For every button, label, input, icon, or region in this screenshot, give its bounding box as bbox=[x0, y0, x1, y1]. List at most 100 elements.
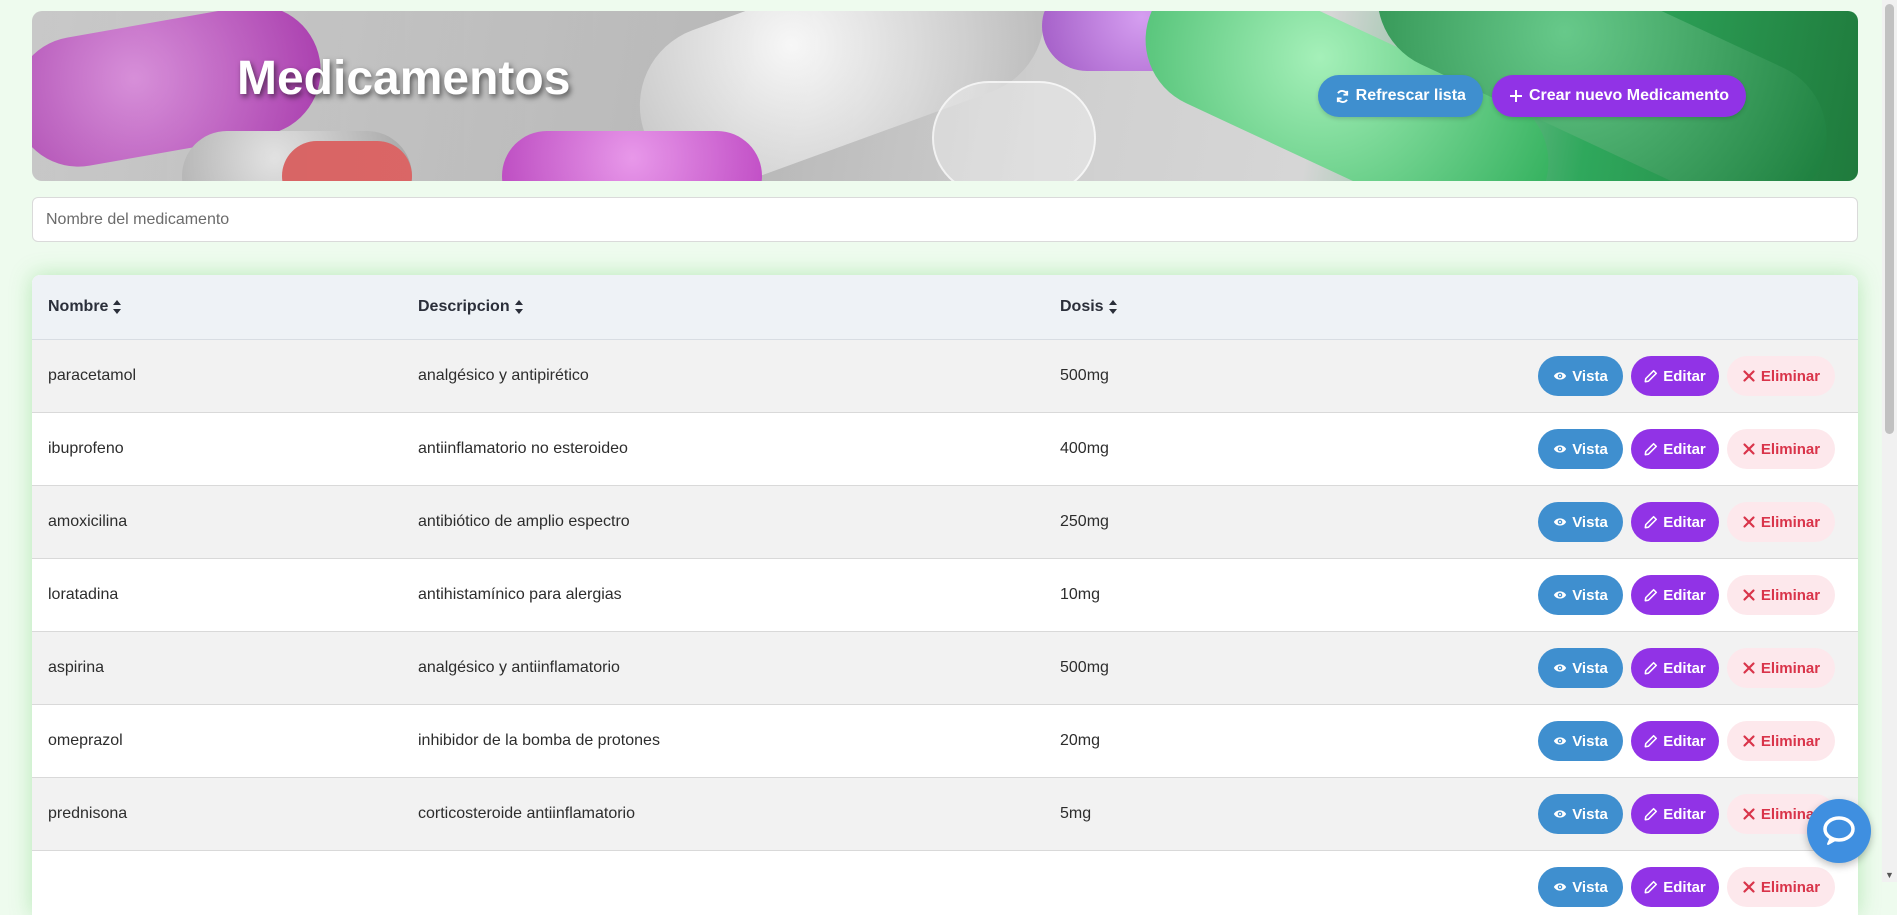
cell-dosis: 500mg bbox=[1060, 367, 1109, 384]
eye-icon bbox=[1554, 591, 1567, 599]
close-icon bbox=[1743, 881, 1755, 893]
view-label: Vista bbox=[1572, 732, 1608, 750]
table-body: paracetamol analgésico y antipirético 50… bbox=[32, 340, 1858, 915]
edit-button[interactable]: Editar bbox=[1631, 867, 1719, 907]
view-button[interactable]: Vista bbox=[1538, 575, 1623, 615]
cell-nombre: prednisona bbox=[48, 805, 128, 822]
delete-label: Eliminar bbox=[1760, 732, 1821, 750]
column-label: Nombre bbox=[48, 298, 109, 315]
page-scrollbar[interactable]: ▼ bbox=[1882, 0, 1897, 882]
cell-descripcion: analgésico y antipirético bbox=[418, 367, 589, 384]
edit-label: Editar bbox=[1663, 440, 1706, 458]
row-actions: Vista Editar Eliminar bbox=[1538, 356, 1835, 396]
table-header: Nombre Descripcion Dosis bbox=[32, 275, 1858, 340]
refresh-icon bbox=[1336, 89, 1348, 103]
view-label: Vista bbox=[1572, 805, 1608, 823]
plus-icon bbox=[1509, 90, 1522, 102]
pencil-icon bbox=[1644, 880, 1658, 894]
create-medicamento-label: Crear nuevo Medicamento bbox=[1528, 87, 1729, 104]
delete-button[interactable]: Eliminar bbox=[1727, 356, 1835, 396]
cell-nombre: aspirina bbox=[48, 659, 105, 676]
column-header-dosis[interactable]: Dosis bbox=[1060, 298, 1118, 316]
create-medicamento-button[interactable]: Crear nuevo Medicamento bbox=[1491, 75, 1746, 117]
medicamentos-table: Nombre Descripcion Dosis paracetamol ana… bbox=[32, 275, 1858, 915]
scrollbar-thumb[interactable] bbox=[1885, 4, 1894, 434]
cell-dosis: 20mg bbox=[1060, 732, 1101, 749]
pencil-icon bbox=[1644, 661, 1658, 675]
column-label: Descripcion bbox=[418, 298, 510, 315]
cell-dosis: 500mg bbox=[1060, 659, 1109, 676]
edit-label: Editar bbox=[1663, 805, 1706, 823]
view-label: Vista bbox=[1572, 513, 1608, 531]
delete-button[interactable]: Eliminar bbox=[1727, 575, 1835, 615]
view-button[interactable]: Vista bbox=[1538, 502, 1623, 542]
table-row: aspirina analgésico y antiinflamatorio 5… bbox=[32, 632, 1858, 705]
cell-dosis: 250mg bbox=[1060, 513, 1109, 530]
delete-button[interactable]: Eliminar bbox=[1727, 721, 1835, 761]
close-icon bbox=[1743, 662, 1755, 674]
delete-button[interactable]: Eliminar bbox=[1727, 429, 1835, 469]
column-header-descripcion[interactable]: Descripcion bbox=[418, 298, 524, 316]
close-icon bbox=[1743, 589, 1755, 601]
edit-button[interactable]: Editar bbox=[1631, 429, 1719, 469]
table-row: amoxicilina antibiótico de amplio espect… bbox=[32, 486, 1858, 559]
search-input[interactable] bbox=[32, 197, 1858, 242]
eye-icon bbox=[1554, 518, 1567, 526]
delete-label: Eliminar bbox=[1760, 513, 1821, 531]
edit-button[interactable]: Editar bbox=[1631, 575, 1719, 615]
chat-button[interactable] bbox=[1807, 799, 1871, 863]
row-actions: Vista Editar Eliminar bbox=[1538, 575, 1835, 615]
view-button[interactable]: Vista bbox=[1538, 429, 1623, 469]
edit-button[interactable]: Editar bbox=[1631, 648, 1719, 688]
pencil-icon bbox=[1644, 588, 1658, 602]
row-actions: Vista Editar Eliminar bbox=[1538, 502, 1835, 542]
cell-descripcion: corticosteroide antiinflamatorio bbox=[418, 805, 635, 822]
cell-nombre: paracetamol bbox=[48, 367, 137, 384]
pencil-icon bbox=[1644, 442, 1658, 456]
delete-button[interactable]: Eliminar bbox=[1727, 867, 1835, 907]
scroll-down-arrow-icon[interactable]: ▼ bbox=[1885, 870, 1894, 880]
cell-dosis: 5mg bbox=[1060, 805, 1092, 822]
sort-icon bbox=[514, 300, 523, 314]
delete-label: Eliminar bbox=[1760, 659, 1821, 677]
refresh-list-button[interactable]: Refrescar lista bbox=[1317, 75, 1483, 117]
edit-button[interactable]: Editar bbox=[1631, 794, 1719, 834]
close-icon bbox=[1743, 516, 1755, 528]
edit-label: Editar bbox=[1663, 586, 1706, 604]
edit-button[interactable]: Editar bbox=[1631, 502, 1719, 542]
close-icon bbox=[1743, 808, 1755, 820]
row-actions: Vista Editar Eliminar bbox=[1538, 867, 1835, 907]
cell-descripcion: antihistamínico para alergias bbox=[418, 586, 622, 603]
pencil-icon bbox=[1644, 807, 1658, 821]
delete-button[interactable]: Eliminar bbox=[1727, 648, 1835, 688]
view-label: Vista bbox=[1572, 659, 1608, 677]
cell-nombre: loratadina bbox=[48, 586, 119, 603]
edit-label: Editar bbox=[1663, 513, 1706, 531]
cell-descripcion: antiinflamatorio no esteroideo bbox=[418, 440, 628, 457]
view-button[interactable]: Vista bbox=[1538, 867, 1623, 907]
eye-icon bbox=[1554, 664, 1567, 672]
table-row: ibuprofeno antiinflamatorio no esteroide… bbox=[32, 413, 1858, 486]
view-button[interactable]: Vista bbox=[1538, 794, 1623, 834]
edit-button[interactable]: Editar bbox=[1631, 721, 1719, 761]
view-button[interactable]: Vista bbox=[1538, 721, 1623, 761]
pencil-icon bbox=[1644, 515, 1658, 529]
view-label: Vista bbox=[1572, 440, 1608, 458]
view-button[interactable]: Vista bbox=[1538, 356, 1623, 396]
table-row: paracetamol analgésico y antipirético 50… bbox=[32, 340, 1858, 413]
delete-label: Eliminar bbox=[1760, 878, 1821, 896]
table-row: loratadina antihistamínico para alergias… bbox=[32, 559, 1858, 632]
view-label: Vista bbox=[1572, 878, 1608, 896]
view-button[interactable]: Vista bbox=[1538, 648, 1623, 688]
refresh-list-label: Refrescar lista bbox=[1355, 87, 1466, 104]
column-header-nombre[interactable]: Nombre bbox=[48, 298, 122, 316]
edit-button[interactable]: Editar bbox=[1631, 356, 1719, 396]
delete-button[interactable]: Eliminar bbox=[1727, 502, 1835, 542]
eye-icon bbox=[1554, 737, 1567, 745]
table-row: Vista Editar Eliminar bbox=[32, 851, 1858, 915]
view-label: Vista bbox=[1572, 367, 1608, 385]
cell-descripcion: inhibidor de la bomba de protones bbox=[418, 732, 660, 749]
edit-label: Editar bbox=[1663, 367, 1706, 385]
eye-icon bbox=[1554, 883, 1567, 891]
cell-nombre: ibuprofeno bbox=[48, 440, 124, 457]
